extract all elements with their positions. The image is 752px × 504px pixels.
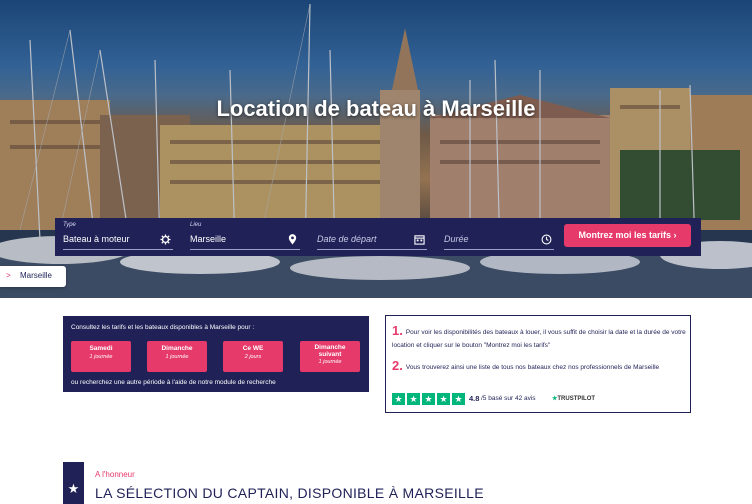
clock-icon <box>541 234 552 245</box>
star-icon: ★ <box>407 393 420 405</box>
step-1-number: 1. <box>392 323 403 338</box>
trustpilot-brand: TRUSTPILOT <box>557 396 596 402</box>
weekend-duration: 2 jours <box>244 354 262 360</box>
step-1: 1. Pour voir les disponibilités des batea… <box>392 324 686 352</box>
location-value: Marseille <box>190 234 227 244</box>
trustpilot-stars: ★ ★ ★ ★ ★ <box>392 393 465 405</box>
star-icon: ★ <box>422 393 435 405</box>
next-sunday-button[interactable]: Dimanche suivant 1 journée <box>300 341 360 372</box>
section-eyebrow: A l'honneur <box>95 470 135 479</box>
star-icon: ★ <box>392 393 405 405</box>
quick-dates-panel: Consultez les tarifs et les bateaux disp… <box>63 316 369 392</box>
boat-type-value: Bateau à moteur <box>63 234 130 244</box>
page-title: Location de bateau à Marseille <box>216 96 536 121</box>
step-2-text: Vous trouverez ainsi une liste de tous n… <box>405 364 660 371</box>
saturday-button[interactable]: Samedi 1 journée <box>71 341 131 372</box>
breadcrumb-item-marseille: Marseille <box>20 271 53 280</box>
page: Location de bateau à Marseille Type Bate… <box>0 0 752 504</box>
rating-summary: /5 basé sur 42 avis <box>481 395 536 402</box>
rating-score: 4.8 <box>469 394 480 403</box>
gear-icon <box>160 234 171 245</box>
quick-dates-intro: Consultez les tarifs et les bateaux disp… <box>71 324 255 331</box>
start-date-field[interactable]: Date de départ <box>317 222 427 250</box>
step-2: 2. Vous trouverez ainsi une liste de tous… <box>392 359 686 374</box>
weekend-title: Ce WE <box>242 345 264 352</box>
start-date-placeholder: Date de départ <box>317 234 377 244</box>
quick-dates-outro: ou recherchez une autre période à l'aide… <box>71 379 276 386</box>
boat-type-select[interactable]: Type Bateau à moteur <box>63 222 173 250</box>
search-form: Type Bateau à moteur Lieu Marseille Date… <box>55 218 701 256</box>
next-sunday-title-line2: suivant <box>318 351 342 358</box>
location-label: Lieu <box>190 222 202 228</box>
sunday-button[interactable]: Dimanche 1 journée <box>147 341 207 372</box>
next-sunday-duration: 1 journée <box>318 359 342 365</box>
how-it-works-panel: 1. Pour voir les disponibilités des batea… <box>385 315 691 413</box>
section-title: LA SÉLECTION DU CAPTAIN, DISPONIBLE À MA… <box>95 485 484 501</box>
hero-banner: Location de bateau à Marseille Type Bate… <box>0 0 752 298</box>
step-2-number: 2. <box>392 358 403 373</box>
location-pin-icon <box>288 234 297 245</box>
saturday-title: Samedi <box>89 345 113 352</box>
calendar-icon <box>414 235 425 245</box>
star-icon: ★ <box>63 462 84 504</box>
duration-placeholder: Durée <box>444 234 469 244</box>
trustpilot-logo: ★TRUSTPILOT <box>552 395 595 402</box>
breadcrumb-arrow: > <box>6 271 11 280</box>
sunday-duration: 1 journée <box>165 354 189 360</box>
star-icon: ★ <box>452 393 465 405</box>
location-select[interactable]: Lieu Marseille <box>190 222 300 250</box>
star-icon: ★ <box>437 393 450 405</box>
duration-field[interactable]: Durée <box>444 222 554 250</box>
breadcrumb[interactable]: > Marseille <box>0 266 66 287</box>
weekend-button[interactable]: Ce WE 2 jours <box>223 341 283 372</box>
sunday-title: Dimanche <box>161 345 193 352</box>
show-prices-button[interactable]: Montrez moi les tarifs › <box>564 224 691 247</box>
next-sunday-title-line1: Dimanche <box>314 344 346 351</box>
saturday-duration: 1 journée <box>89 354 113 360</box>
boat-type-label: Type <box>63 222 76 228</box>
step-1-text: Pour voir les disponibilités des bateaux… <box>392 329 686 349</box>
